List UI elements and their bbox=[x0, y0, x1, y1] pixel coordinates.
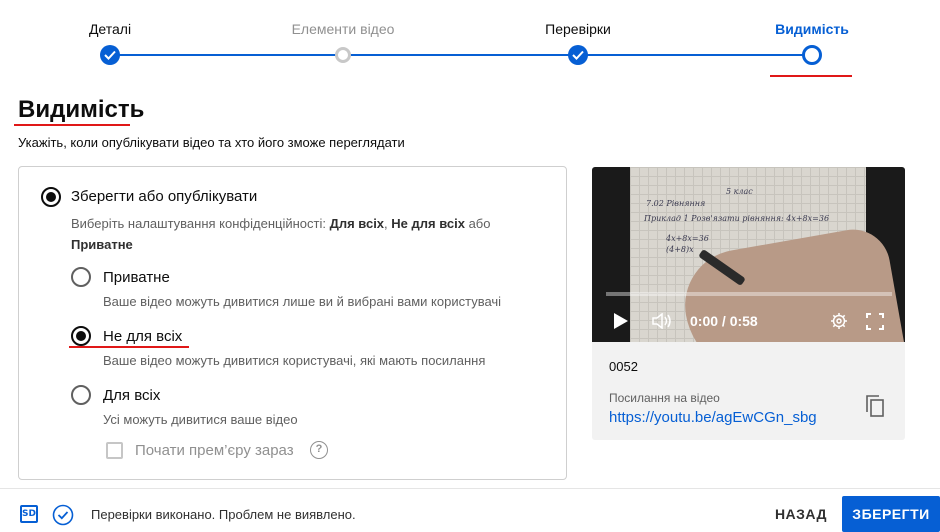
stepper-line-1 bbox=[110, 54, 343, 56]
sd-quality-icon: SD bbox=[20, 505, 38, 523]
checks-status-text: Перевірки виконано. Проблем не виявлено. bbox=[91, 507, 356, 522]
step-checks-label[interactable]: Перевірки bbox=[545, 21, 611, 37]
checks-complete-icon bbox=[52, 504, 74, 526]
step-checks-check-icon[interactable] bbox=[568, 45, 588, 65]
desc-or: або bbox=[464, 216, 491, 231]
fullscreen-icon[interactable] bbox=[866, 313, 884, 330]
save-or-publish-description: Виберіть налаштування конфіденційності: … bbox=[71, 213, 541, 255]
stepper-line-3 bbox=[578, 54, 812, 56]
page-title: Видимість bbox=[18, 96, 145, 123]
settings-gear-icon[interactable] bbox=[830, 312, 848, 330]
annotation-underline-step bbox=[770, 75, 852, 77]
volume-icon[interactable] bbox=[652, 313, 674, 329]
desc-prefix: Виберіть налаштування конфіденційності: bbox=[71, 216, 330, 231]
step-visibility-dot-icon[interactable] bbox=[802, 45, 822, 65]
play-icon[interactable] bbox=[614, 313, 628, 329]
back-button[interactable]: НАЗАД bbox=[770, 499, 832, 529]
video-progress-bar[interactable] bbox=[606, 292, 892, 296]
step-video-elements-label[interactable]: Елементи відео bbox=[292, 21, 395, 37]
footer-bar: SD Перевірки виконано. Проблем не виявле… bbox=[0, 488, 940, 532]
desc-public: Для всіх bbox=[329, 216, 385, 231]
video-time: 0:00 / 0:58 bbox=[690, 313, 758, 329]
video-link-label: Посилання на відео bbox=[609, 391, 720, 405]
stepper-line-2 bbox=[343, 54, 578, 56]
page-subtitle: Укажіть, коли опублікувати відео та хто … bbox=[18, 135, 405, 150]
unlisted-description: Ваше відео можуть дивитися користувачі, … bbox=[103, 353, 486, 368]
save-or-publish-radio[interactable] bbox=[41, 187, 61, 207]
save-or-publish-label[interactable]: Зберегти або опублікувати bbox=[71, 188, 257, 205]
unlisted-radio[interactable] bbox=[71, 326, 91, 346]
step-visibility-label[interactable]: Видимість bbox=[775, 21, 849, 37]
upload-stepper: Деталі Елементи відео Перевірки Видиміст… bbox=[0, 0, 940, 80]
unlisted-label[interactable]: Не для всіх bbox=[103, 328, 182, 345]
premiere-checkbox[interactable] bbox=[106, 442, 123, 459]
step-video-elements-dot-icon[interactable] bbox=[335, 47, 351, 63]
visibility-options-card: Зберегти або опублікувати Виберіть налаш… bbox=[18, 166, 567, 480]
private-description: Ваше відео можуть дивитися лише ви й виб… bbox=[103, 294, 502, 309]
video-link[interactable]: https://youtu.be/agEwCGn_sbg bbox=[609, 409, 817, 426]
copy-icon[interactable] bbox=[865, 395, 885, 418]
public-description: Усі можуть дивитися ваше відео bbox=[103, 412, 298, 427]
desc-unlisted: Не для всіх bbox=[391, 216, 465, 231]
video-player[interactable]: 5 клас 7.02 Рівняння Приклад 1 Розв'язат… bbox=[592, 167, 905, 342]
step-details-check-icon[interactable] bbox=[100, 45, 120, 65]
public-radio[interactable] bbox=[71, 385, 91, 405]
private-radio[interactable] bbox=[71, 267, 91, 287]
annotation-underline-unlisted bbox=[69, 346, 189, 348]
premiere-label[interactable]: Почати прем’єру зараз bbox=[135, 442, 294, 459]
annotation-underline-title bbox=[14, 124, 130, 126]
video-preview-card: 5 клас 7.02 Рівняння Приклад 1 Розв'язат… bbox=[592, 167, 905, 440]
desc-private: Приватне bbox=[71, 237, 133, 252]
help-icon[interactable]: ? bbox=[310, 441, 328, 459]
public-label[interactable]: Для всіх bbox=[103, 387, 160, 404]
private-label[interactable]: Приватне bbox=[103, 269, 170, 286]
save-button[interactable]: ЗБЕРЕГТИ bbox=[842, 496, 940, 532]
video-filename: 0052 bbox=[609, 359, 638, 374]
step-details-label[interactable]: Деталі bbox=[89, 21, 131, 37]
